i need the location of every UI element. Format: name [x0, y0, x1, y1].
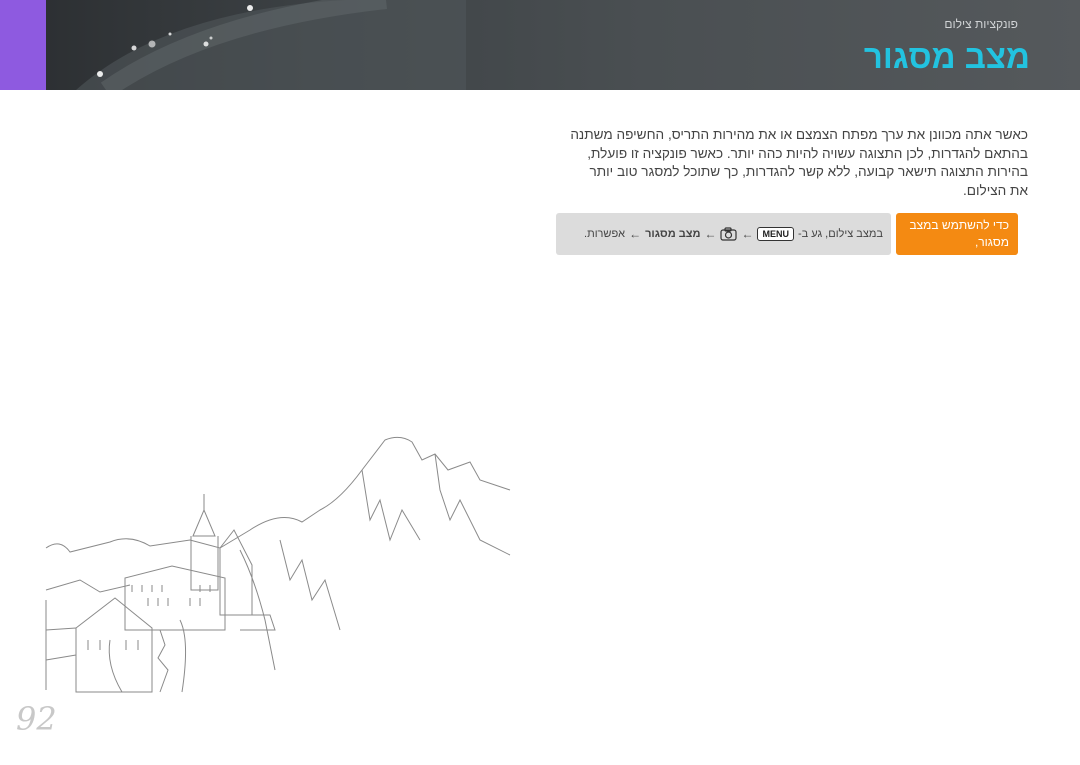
- page-header: פונקציות צילום מצב מסגור: [0, 0, 1080, 90]
- howto-label-line: מסגור,: [974, 235, 1009, 249]
- frame-mode-label: מצב מסגור: [645, 228, 701, 240]
- page-number: 92: [16, 700, 57, 738]
- description-line: כאשר אתה מכוונן את ערך מפתח הצמצם או את …: [570, 127, 1028, 142]
- village-mountain-illustration: [45, 436, 511, 693]
- description-paragraph: כאשר אתה מכוונן את ערך מפתח הצמצם או את …: [538, 126, 1028, 200]
- howto-instructions: כדי להשתמש במצב מסגור, במצב צילום, גע ב-…: [556, 213, 1018, 255]
- chapter-accent-tab: [0, 0, 46, 90]
- path-prefix: במצב צילום, גע ב-: [797, 228, 883, 240]
- breadcrumb: פונקציות צילום: [944, 17, 1018, 31]
- howto-path: במצב צילום, גע ב- MENU ← ← מצב מסגור ← א…: [556, 213, 891, 255]
- page-title: מצב מסגור: [863, 38, 1030, 75]
- arrow-icon: ←: [704, 227, 717, 241]
- header-decoration: [76, 0, 466, 90]
- arrow-icon: ←: [629, 227, 642, 241]
- description-line: בהירות התצוגה תישאר קבועה, ללא קשר להגדר…: [589, 164, 1029, 179]
- camera-icon: [720, 227, 738, 241]
- howto-label: כדי להשתמש במצב מסגור,: [896, 213, 1018, 255]
- description-line: את הצילום.: [963, 182, 1028, 198]
- description-line: בהתאם להגדרות, לכן התצוגה עשויה להיות כה…: [587, 145, 1028, 161]
- howto-label-line: כדי להשתמש במצב: [909, 218, 1009, 232]
- option-label: אפשרות.: [584, 228, 626, 240]
- arrow-icon: ←: [741, 227, 754, 241]
- menu-key-icon: MENU: [757, 227, 794, 241]
